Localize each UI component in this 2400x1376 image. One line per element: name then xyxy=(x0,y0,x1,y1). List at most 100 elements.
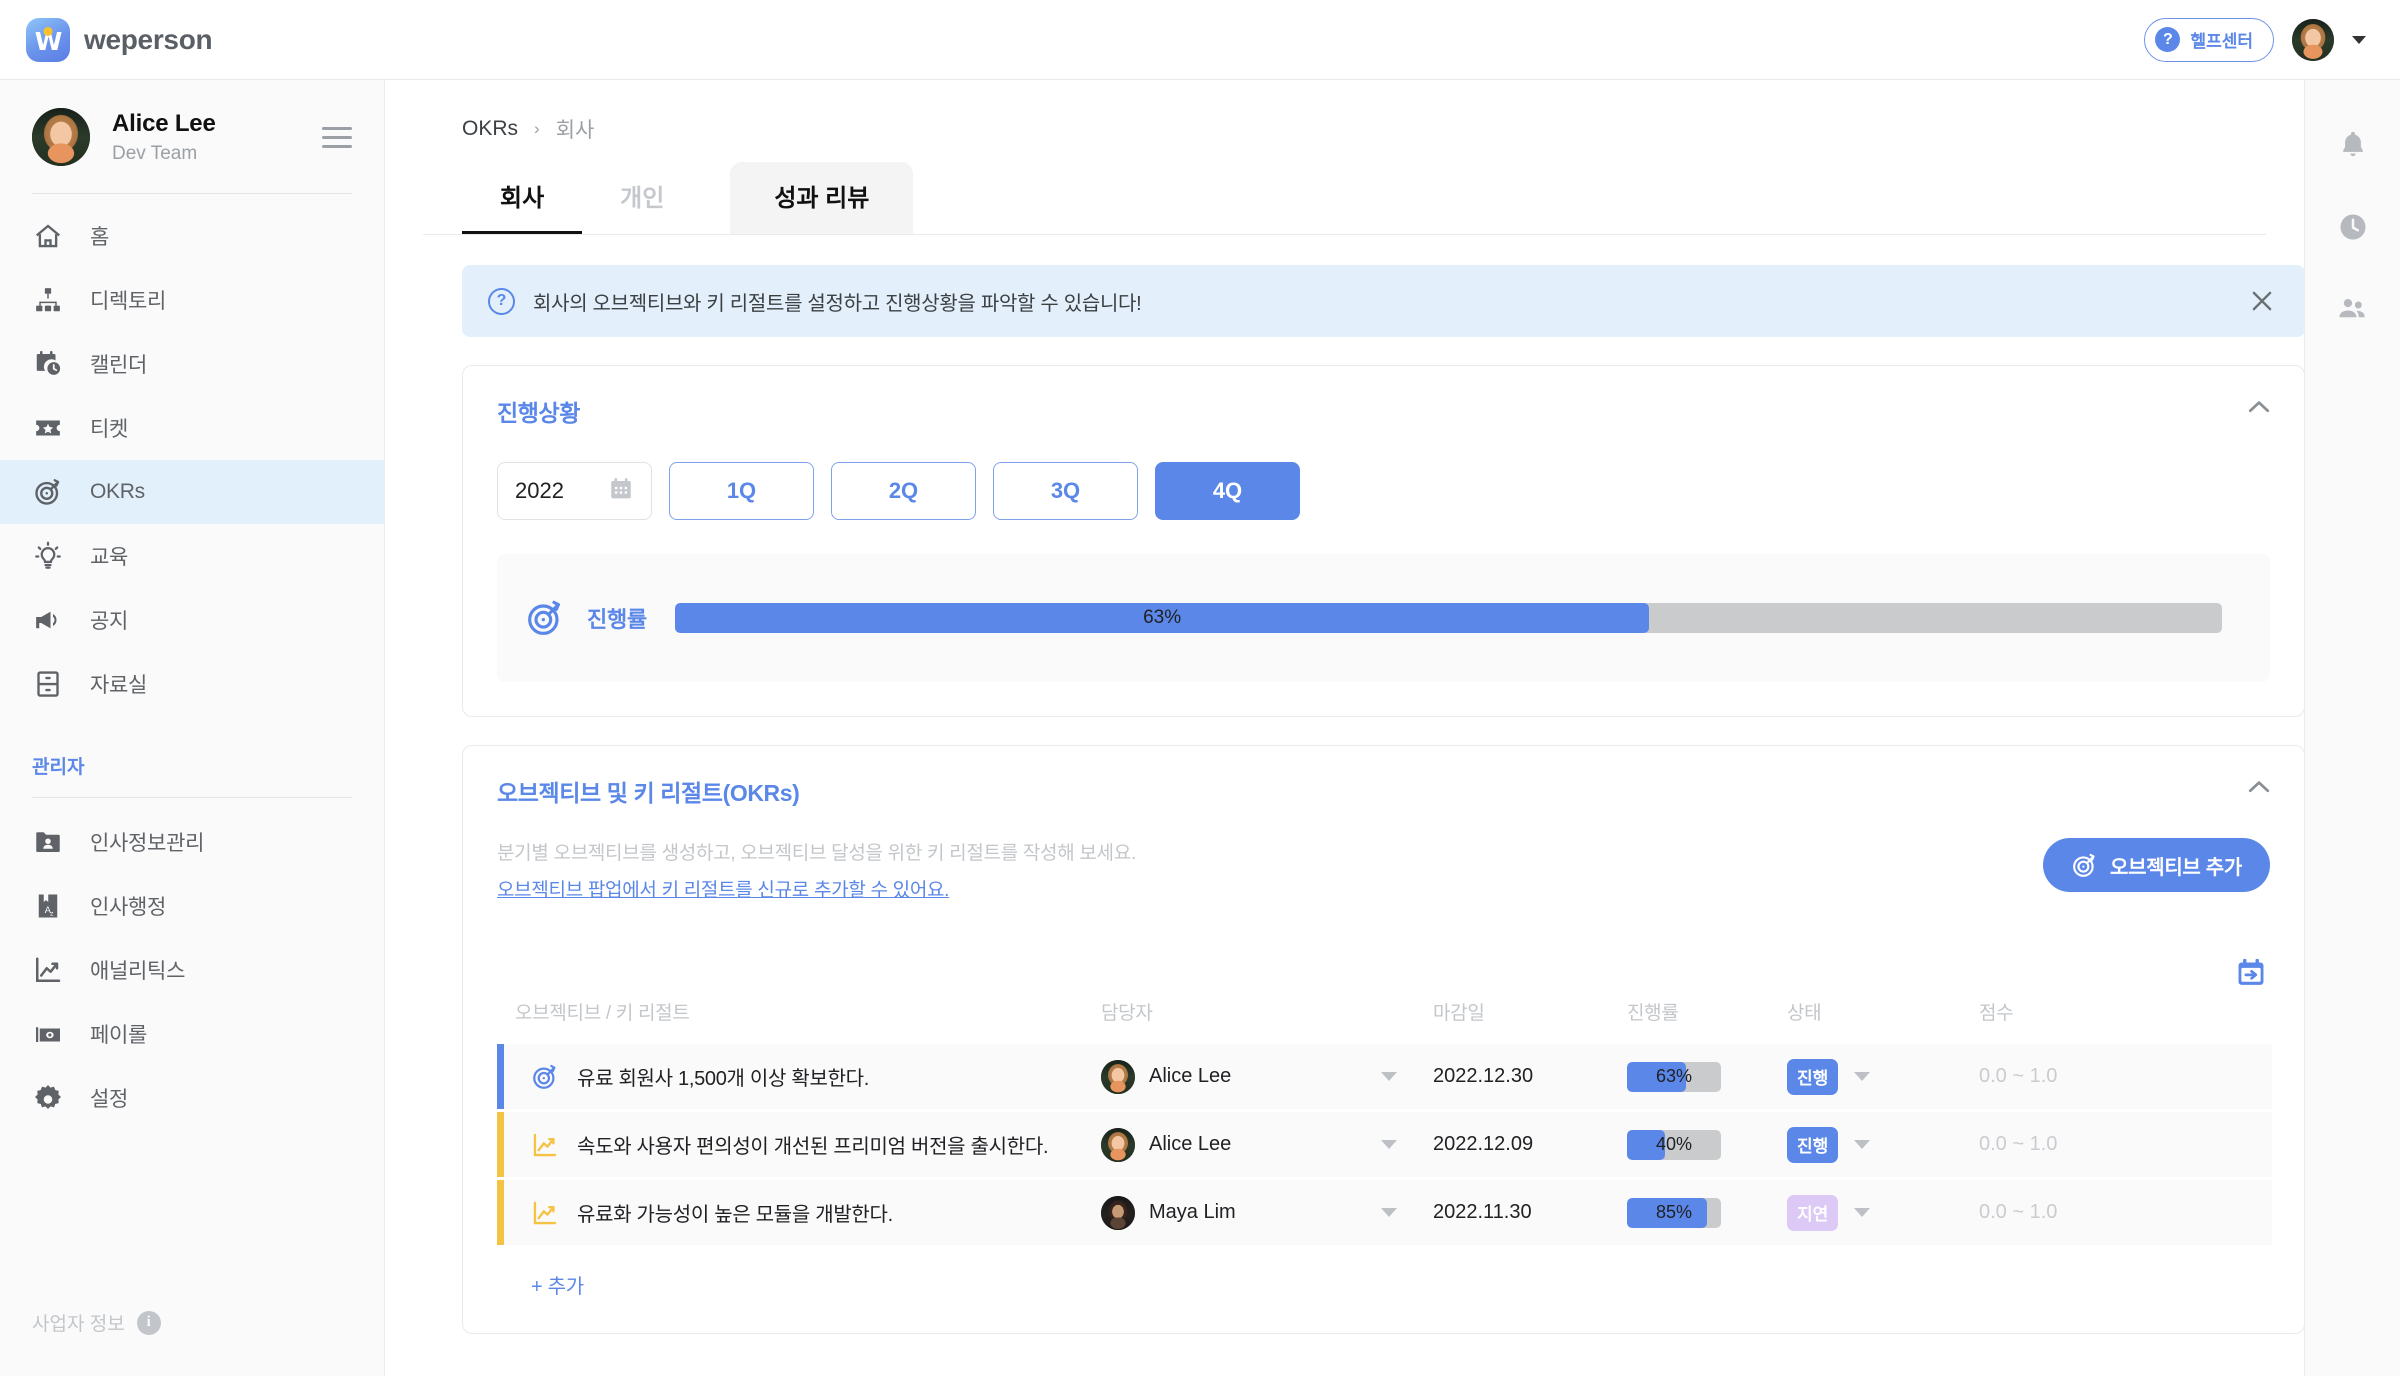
bell-icon[interactable] xyxy=(2336,128,2370,162)
avatar[interactable] xyxy=(2292,18,2334,61)
breadcrumb-root[interactable]: OKRs xyxy=(462,117,518,141)
quarter-button-4q[interactable]: 4Q xyxy=(1155,462,1300,520)
avatar xyxy=(1101,1059,1135,1094)
sidebar-item-label: 캘린더 xyxy=(90,354,148,377)
due-date-value: 2022.12.09 xyxy=(1433,1133,1534,1155)
cell-status[interactable]: 진행 xyxy=(1775,1109,1965,1180)
tab-performance-review[interactable]: 성과 리뷰 xyxy=(730,162,914,235)
sidebar-item-analytics[interactable]: 애널리틱스 xyxy=(0,938,384,1002)
weperson-logo-icon: W xyxy=(26,17,70,62)
cell-progress[interactable]: 85% xyxy=(1615,1177,1775,1248)
quarter-button-2q[interactable]: 2Q xyxy=(831,462,976,520)
cell-score[interactable]: 0.0 ~ 1.0 xyxy=(1965,1109,2167,1180)
close-icon[interactable] xyxy=(2247,286,2277,316)
row-accent-bar xyxy=(497,1112,504,1177)
cell-owner[interactable]: Alice Lee xyxy=(1085,1109,1415,1180)
sidebar-item-notice[interactable]: 공지 xyxy=(0,588,384,652)
due-date-value: 2022.12.30 xyxy=(1433,1065,1534,1087)
cell-owner[interactable]: Alice Lee xyxy=(1085,1041,1415,1112)
target-icon xyxy=(32,476,64,508)
okr-help-link[interactable]: 오브젝티브 팝업에서 키 리절트를 신규로 추가할 수 있어요. xyxy=(497,875,949,902)
sidebar-item-okrs[interactable]: OKRs xyxy=(0,460,384,524)
table-row[interactable]: 유료 회원사 1,500개 이상 확보한다. Alice Lee 2022.12.3… xyxy=(497,1041,2272,1112)
info-icon: i xyxy=(136,1310,161,1335)
row-accent-bar xyxy=(497,1044,504,1109)
tab-personal[interactable]: 개인 xyxy=(582,162,702,235)
sidebar-item-education[interactable]: 교육 xyxy=(0,524,384,588)
table-row[interactable]: 속도와 사용자 편의성이 개선된 프리미엄 버전을 출시한다. Alice Lee… xyxy=(497,1109,2272,1180)
hamburger-menu-icon[interactable] xyxy=(322,121,352,154)
people-icon[interactable] xyxy=(2336,292,2370,326)
cell-progress[interactable]: 40% xyxy=(1615,1109,1775,1180)
cell-objective[interactable]: 유료 회원사 1,500개 이상 확보한다. xyxy=(497,1041,1085,1112)
sidebar-divider xyxy=(32,193,352,194)
year-picker[interactable]: 2022 xyxy=(497,462,652,520)
sidebar-item-hr-info[interactable]: 인사정보관리 xyxy=(0,810,384,874)
chevron-up-icon[interactable] xyxy=(2244,772,2274,802)
col-status: 상태 xyxy=(1787,1003,1822,1024)
folder-person-icon xyxy=(32,826,64,858)
sidebar-item-label: 홈 xyxy=(90,226,110,249)
add-row-label: + 추가 xyxy=(531,1276,584,1298)
table-row[interactable]: 유료화 가능성이 높은 모듈을 개발한다. Maya Lim 2022.11.30 8… xyxy=(497,1177,2272,1248)
cell-owner[interactable]: Maya Lim xyxy=(1085,1177,1415,1248)
add-objective-row[interactable]: + 추가 xyxy=(497,1248,2270,1299)
help-center-button[interactable]: ? 헬프센터 xyxy=(2144,17,2274,62)
info-banner: ? 회사의 오브젝티브와 키 리절트를 설정하고 진행상황을 파악할 수 있습니… xyxy=(462,265,2304,337)
sidebar-admin-nav: 인사정보관리 Az 인사행정 애널리틱스 페이롤 설정 xyxy=(0,810,384,1130)
calendar-export-icon[interactable] xyxy=(2234,956,2268,990)
right-rail xyxy=(2304,80,2400,1376)
objective-title: 속도와 사용자 편의성이 개선된 프리미엄 버전을 출시한다. xyxy=(577,1136,1049,1158)
cell-due-date[interactable]: 2022.12.09 xyxy=(1415,1109,1615,1180)
progress-bar: 63% xyxy=(674,603,2222,633)
money-icon xyxy=(32,1018,64,1050)
chevron-down-icon[interactable] xyxy=(1381,1072,1397,1081)
lightbulb-icon xyxy=(32,540,64,572)
score-value: 0.0 ~ 1.0 xyxy=(1979,1065,2058,1087)
sidebar-item-settings[interactable]: 설정 xyxy=(0,1066,384,1130)
cell-progress[interactable]: 63% xyxy=(1615,1041,1775,1112)
col-due: 마감일 xyxy=(1433,1003,1485,1024)
sidebar-item-label: 설정 xyxy=(90,1088,129,1111)
sidebar-item-archive[interactable]: 자료실 xyxy=(0,652,384,716)
status-badge: 진행 xyxy=(1787,1126,1839,1163)
sidebar-item-hr-admin[interactable]: Az 인사행정 xyxy=(0,874,384,938)
tab-company[interactable]: 회사 xyxy=(462,162,583,235)
cell-score[interactable]: 0.0 ~ 1.0 xyxy=(1965,1177,2167,1248)
sidebar-item-home[interactable]: 홈 xyxy=(0,204,384,268)
progress-card-title: 진행상황 xyxy=(497,400,581,426)
sidebar-item-calendar[interactable]: 캘린더 xyxy=(0,332,384,396)
chevron-down-icon[interactable] xyxy=(1381,1140,1397,1149)
chevron-down-icon[interactable] xyxy=(2352,35,2366,44)
quarter-button-1q[interactable]: 1Q xyxy=(669,462,814,520)
chevron-down-icon[interactable] xyxy=(1854,1072,1871,1081)
owner-name: Alice Lee xyxy=(1149,1065,1232,1087)
sidebar-item-label: 페이롤 xyxy=(90,1024,148,1047)
add-objective-button[interactable]: 오브젝티브 추가 xyxy=(2043,838,2270,892)
chevron-down-icon[interactable] xyxy=(1854,1140,1871,1149)
chevron-up-icon[interactable] xyxy=(2244,392,2274,422)
cell-objective[interactable]: 유료화 가능성이 높은 모듈을 개발한다. xyxy=(497,1177,1085,1248)
sidebar-item-directory[interactable]: 디렉토리 xyxy=(0,268,384,332)
sidebar-user[interactable]: Alice Lee Dev Team xyxy=(0,80,384,166)
chevron-down-icon[interactable] xyxy=(1381,1208,1397,1217)
cell-objective[interactable]: 속도와 사용자 편의성이 개선된 프리미엄 버전을 출시한다. xyxy=(497,1109,1085,1180)
sidebar-item-label: 애널리틱스 xyxy=(90,960,186,983)
brand-logo[interactable]: W weperson xyxy=(26,17,213,62)
okr-card: 오브젝티브 및 키 리절트(OKRs) 분기별 오브젝티브를 생성하고, 오브젝… xyxy=(462,745,2304,1334)
sidebar-item-ticket[interactable]: 티켓 xyxy=(0,396,384,460)
objective-title: 유료화 가능성이 높은 모듈을 개발한다. xyxy=(577,1204,893,1226)
cell-status[interactable]: 지연 xyxy=(1775,1177,1965,1248)
cell-due-date[interactable]: 2022.12.30 xyxy=(1415,1041,1615,1112)
avatar xyxy=(32,108,90,166)
cell-due-date[interactable]: 2022.11.30 xyxy=(1415,1177,1615,1248)
cell-status[interactable]: 진행 xyxy=(1775,1041,1965,1112)
business-info[interactable]: 사업자 정보 i xyxy=(32,1309,161,1336)
avatar xyxy=(1101,1195,1135,1230)
clock-icon[interactable] xyxy=(2336,210,2370,244)
cell-score[interactable]: 0.0 ~ 1.0 xyxy=(1965,1041,2167,1112)
sidebar-item-payroll[interactable]: 페이롤 xyxy=(0,1002,384,1066)
line-chart-icon xyxy=(32,954,64,986)
quarter-button-3q[interactable]: 3Q xyxy=(993,462,1138,520)
chevron-down-icon[interactable] xyxy=(1854,1208,1871,1217)
